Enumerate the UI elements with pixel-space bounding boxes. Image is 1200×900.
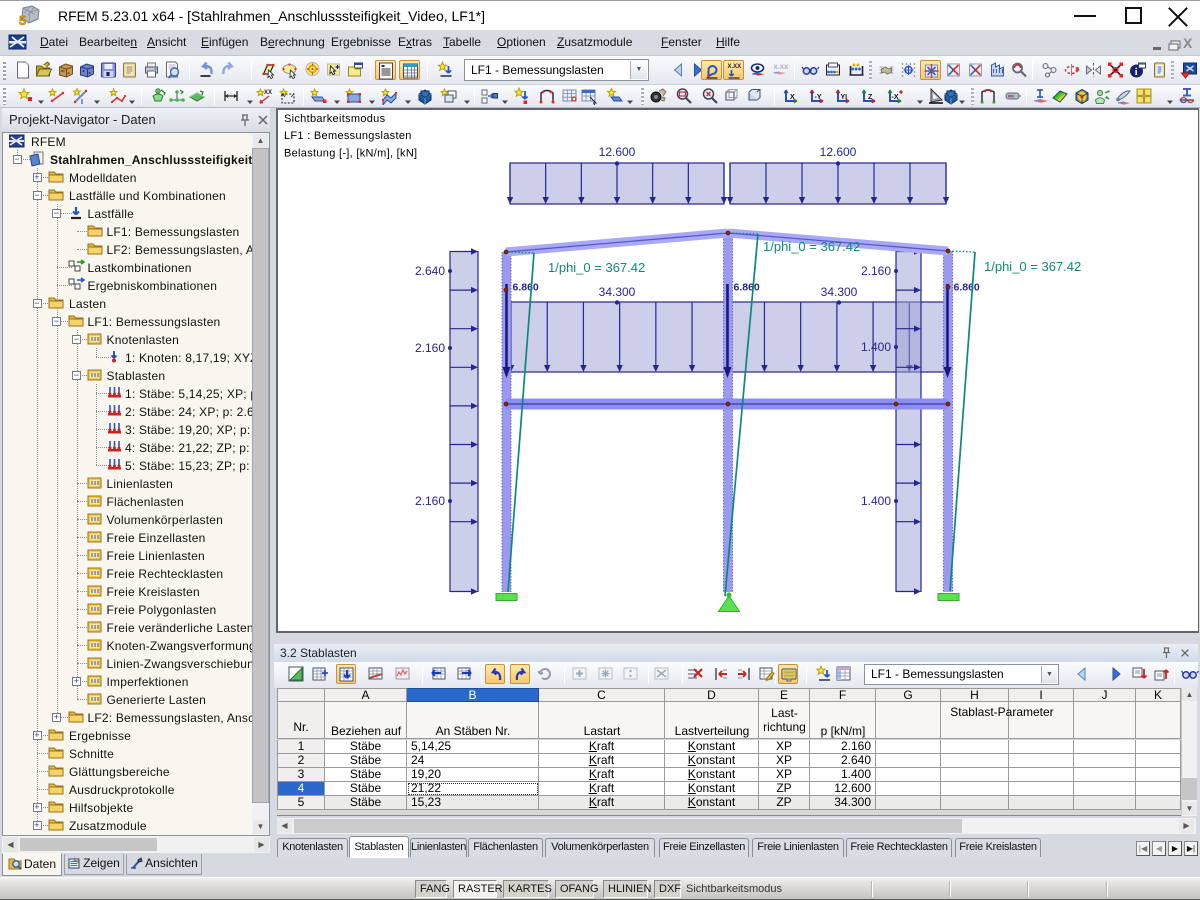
svg-text:2.160: 2.160 <box>415 341 445 355</box>
svg-text:I: I <box>81 99 83 105</box>
svg-text:-X: -X <box>891 94 898 101</box>
svg-text:2.160: 2.160 <box>415 494 445 508</box>
svg-text:LF1 : Bemessungslasten: LF1 : Bemessungslasten <box>284 130 412 142</box>
svg-text:Belastung [-], [kN/m], [kN]: Belastung [-], [kN/m], [kN] <box>284 148 417 160</box>
svg-text:X: X <box>790 94 795 101</box>
svg-text:X.XX: X.XX <box>773 64 788 71</box>
svg-text:1.400: 1.400 <box>861 494 891 508</box>
svg-text:12.600: 12.600 <box>820 145 857 159</box>
svg-text:1.400: 1.400 <box>861 340 891 354</box>
svg-text:34.300: 34.300 <box>821 285 858 299</box>
svg-text:6.860: 6.860 <box>513 282 539 294</box>
svg-text:2.160: 2.160 <box>861 264 891 278</box>
svg-text:5: 5 <box>19 13 26 28</box>
svg-text:6.860: 6.860 <box>734 282 760 294</box>
svg-text:XX: XX <box>264 90 272 96</box>
svg-text:i: i <box>1134 67 1137 78</box>
svg-text:6.860: 6.860 <box>954 282 980 294</box>
svg-text:Z: Z <box>868 94 873 101</box>
svg-text:34.300: 34.300 <box>599 285 636 299</box>
svg-text:1/phi_0 = 367.42: 1/phi_0 = 367.42 <box>548 260 645 275</box>
svg-text:-Y: -Y <box>814 94 821 101</box>
svg-text:12.600: 12.600 <box>599 145 636 159</box>
svg-text:1/phi_0 = 367.42: 1/phi_0 = 367.42 <box>984 259 1081 274</box>
svg-text:X.XX: X.XX <box>727 64 741 70</box>
svg-text:1/phi_0 = 367.42: 1/phi_0 = 367.42 <box>763 239 860 254</box>
svg-text:2.640: 2.640 <box>415 264 445 278</box>
svg-text:Sichtbarkeitsmodus: Sichtbarkeitsmodus <box>284 113 386 125</box>
svg-text:YI: YI <box>840 94 847 101</box>
